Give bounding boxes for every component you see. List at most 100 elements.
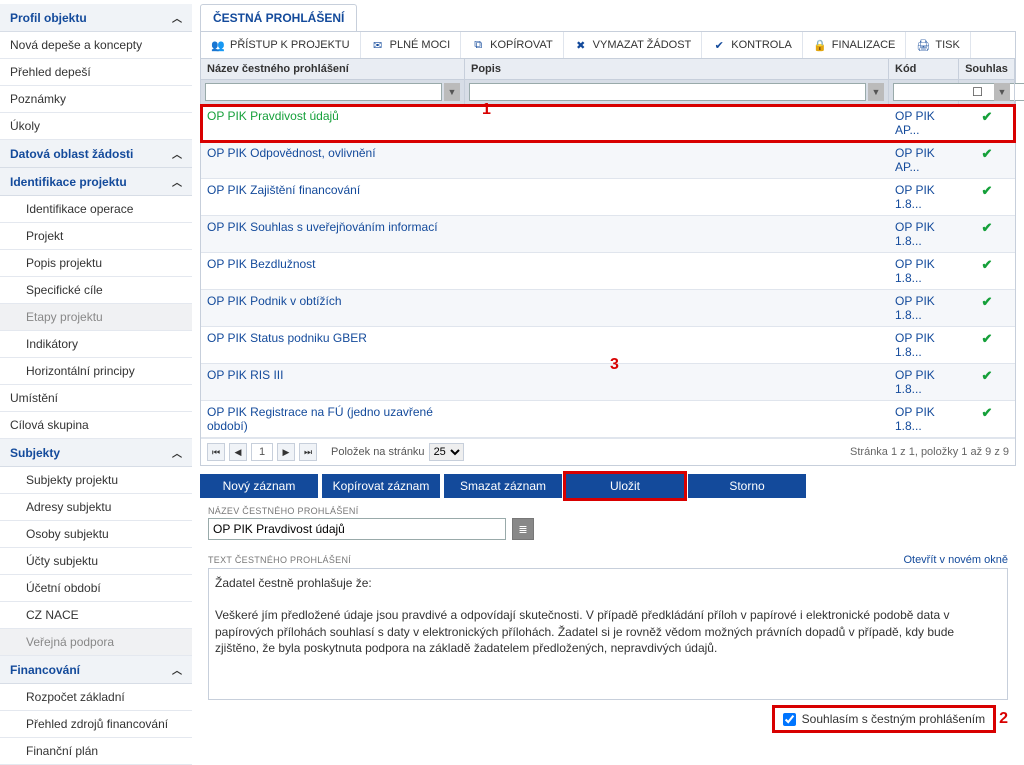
cell-agree: ✔ (959, 105, 1015, 141)
table-row[interactable]: OP PIK RIS IIIOP PIK 1.8...✔ (201, 364, 1015, 401)
sidebar-item[interactable]: Specifické cíle (0, 277, 192, 304)
col-header-desc[interactable]: Popis (465, 59, 889, 79)
filter-desc-input[interactable] (469, 83, 866, 101)
table-row[interactable]: OP PIK Zajištění financováníOP PIK 1.8..… (201, 179, 1015, 216)
sidebar-item[interactable]: Horizontální principy (0, 358, 192, 385)
cell-code: OP PIK 1.8... (889, 401, 959, 437)
sidebar-item[interactable]: Cílová skupina (0, 412, 192, 439)
pager-next-button[interactable]: ▶ (277, 443, 295, 461)
sidebar-section-financovani[interactable]: Financování ︿ (0, 656, 192, 684)
agree-checkbox-wrap[interactable]: Souhlasím s čestným prohlášením (775, 708, 993, 730)
sidebar-section-label: Profil objektu (10, 11, 87, 25)
delete-record-button[interactable]: Smazat záznam (444, 474, 562, 498)
sidebar-item[interactable]: Projekt (0, 223, 192, 250)
tab-cestna-prohlaseni[interactable]: ČESTNÁ PROHLÁŠENÍ (200, 4, 357, 31)
cell-agree: ✔ (959, 401, 1015, 437)
sidebar-item[interactable]: Etapy projektu (0, 304, 192, 331)
sidebar-item[interactable]: Poznámky (0, 86, 192, 113)
toolbar-finalize-button[interactable]: 🔒 FINALIZACE (803, 32, 907, 58)
cell-code: OP PIK 1.8... (889, 290, 959, 326)
table-row[interactable]: OP PIK Podnik v obtížích OP PIK 1.8... ✔ (201, 290, 1015, 327)
declaration-name-input[interactable] (208, 518, 506, 540)
filter-icon[interactable]: ▼ (868, 83, 884, 101)
cell-code: OP PIK 1.8... (889, 179, 959, 215)
table-row[interactable]: OP PIK Souhlas s uveřejňováním informací… (201, 216, 1015, 253)
open-new-window-link[interactable]: Otevřít v novém okně (903, 554, 1008, 566)
filter-icon[interactable]: ▼ (994, 83, 1010, 101)
sidebar-item[interactable]: Účty subjektu (0, 548, 192, 575)
table-row[interactable]: OP PIK Status podniku GBEROP PIK 1.8...✔ (201, 327, 1015, 364)
cell-agree: ✔ (959, 290, 1015, 326)
table-row[interactable]: OP PIK Odpovědnost, ovlivněníOP PIK AP..… (201, 142, 1015, 179)
col-header-name[interactable]: Název čestného prohlášení (201, 59, 465, 79)
pager: ⏮ ◀ 1 ▶ ⏭ Položek na stránku 25 Stránka … (201, 438, 1015, 465)
col-header-agree[interactable]: Souhlas (959, 59, 1015, 79)
declarations-table: Název čestného prohlášení Popis Kód Souh… (200, 59, 1016, 466)
sidebar-item[interactable]: Osoby subjektu (0, 521, 192, 548)
chevron-up-icon: ︿ (172, 662, 182, 677)
pager-first-button[interactable]: ⏮ (207, 443, 225, 461)
toolbar-delete-button[interactable]: ✖ VYMAZAT ŽÁDOST (564, 32, 703, 58)
save-button[interactable]: Uložit (566, 474, 684, 498)
sidebar-section-datova[interactable]: Datová oblast žádosti ︿ (0, 140, 192, 168)
pager-page[interactable]: 1 (251, 443, 273, 461)
toolbar-copy-button[interactable]: ⧉ KOPÍROVAT (461, 32, 564, 58)
cell-desc (465, 253, 889, 289)
new-record-button[interactable]: Nový záznam (200, 474, 318, 498)
sidebar-section-subjekty[interactable]: Subjekty ︿ (0, 439, 192, 467)
sidebar-item[interactable]: Popis projektu (0, 250, 192, 277)
text-field-label: TEXT ČESTNÉHO PROHLÁŠENÍ (208, 555, 351, 565)
table-row[interactable]: OP PIK Pravdivost údajůOP PIK AP...✔ (201, 105, 1015, 142)
sidebar-item[interactable]: Identifikace operace (0, 196, 192, 223)
lock-icon: 🔒 (813, 38, 827, 52)
pager-last-button[interactable]: ⏭ (299, 443, 317, 461)
toolbar-label: PLNÉ MOCI (390, 39, 451, 51)
copy-icon: ⧉ (471, 38, 485, 52)
sidebar-item[interactable]: Umístění (0, 385, 192, 412)
cell-name: OP PIK Odpovědnost, ovlivnění (201, 142, 465, 178)
toolbar-label: PŘÍSTUP K PROJEKTU (230, 39, 350, 51)
cell-desc (465, 401, 889, 437)
check-icon: ✔ (982, 109, 993, 124)
cell-code: OP PIK 1.8... (889, 216, 959, 252)
sidebar-item[interactable]: Indikátory (0, 331, 192, 358)
sidebar-section-profil[interactable]: Profil objektu ︿ (0, 4, 192, 32)
toolbar-plnemoci-button[interactable]: ✉ PLNÉ MOCI (361, 32, 462, 58)
agree-checkbox[interactable] (783, 713, 796, 726)
cell-code: OP PIK 1.8... (889, 253, 959, 289)
sidebar-item[interactable]: Finanční plán (0, 738, 192, 765)
sidebar-item[interactable]: Subjekty projektu (0, 467, 192, 494)
copy-record-button[interactable]: Kopírovat záznam (322, 474, 440, 498)
cell-name: OP PIK Podnik v obtížích (201, 290, 465, 326)
sidebar-item[interactable]: Veřejná podpora (0, 629, 192, 656)
check-icon: ✔ (982, 257, 993, 272)
agree-label: Souhlasím s čestným prohlášením (802, 712, 985, 726)
toolbar-print-button[interactable]: 🖨 TISK (906, 32, 970, 58)
sidebar-section-identifikace[interactable]: Identifikace projektu ︿ (0, 168, 192, 196)
filter-icon[interactable]: ▼ (444, 83, 460, 101)
table-row[interactable]: OP PIK BezdlužnostOP PIK 1.8...✔ (201, 253, 1015, 290)
sidebar-item[interactable]: Úkoly (0, 113, 192, 140)
sidebar-item[interactable]: Přehled zdrojů financování (0, 711, 192, 738)
cancel-button[interactable]: Storno (688, 474, 806, 498)
annotation-3: 3 (610, 356, 619, 374)
sidebar-item[interactable]: Přehled depeší (0, 59, 192, 86)
toolbar-access-button[interactable]: 👥 PŘÍSTUP K PROJEKTU (201, 32, 361, 58)
pager-prev-button[interactable]: ◀ (229, 443, 247, 461)
tab-bar: ČESTNÁ PROHLÁŠENÍ (200, 4, 1016, 31)
col-header-code[interactable]: Kód (889, 59, 959, 79)
chevron-up-icon: ︿ (172, 445, 182, 460)
list-picker-icon[interactable]: ≣ (512, 518, 534, 540)
sidebar-item[interactable]: Adresy subjektu (0, 494, 192, 521)
sidebar-item[interactable]: Účetní období (0, 575, 192, 602)
table-row[interactable]: OP PIK Registrace na FÚ (jedno uzavřené … (201, 401, 1015, 438)
filter-name-input[interactable] (205, 83, 442, 101)
sidebar-item[interactable]: Rozpočet základní (0, 684, 192, 711)
toolbar-check-button[interactable]: ✔ KONTROLA (702, 32, 803, 58)
sidebar-item[interactable]: CZ NACE (0, 602, 192, 629)
sidebar-item[interactable]: Nová depeše a koncepty (0, 32, 192, 59)
people-icon: 👥 (211, 38, 225, 52)
pager-items-select[interactable]: 25 (429, 443, 464, 461)
cell-code: OP PIK 1.8... (889, 327, 959, 363)
check-icon: ✔ (982, 294, 993, 309)
